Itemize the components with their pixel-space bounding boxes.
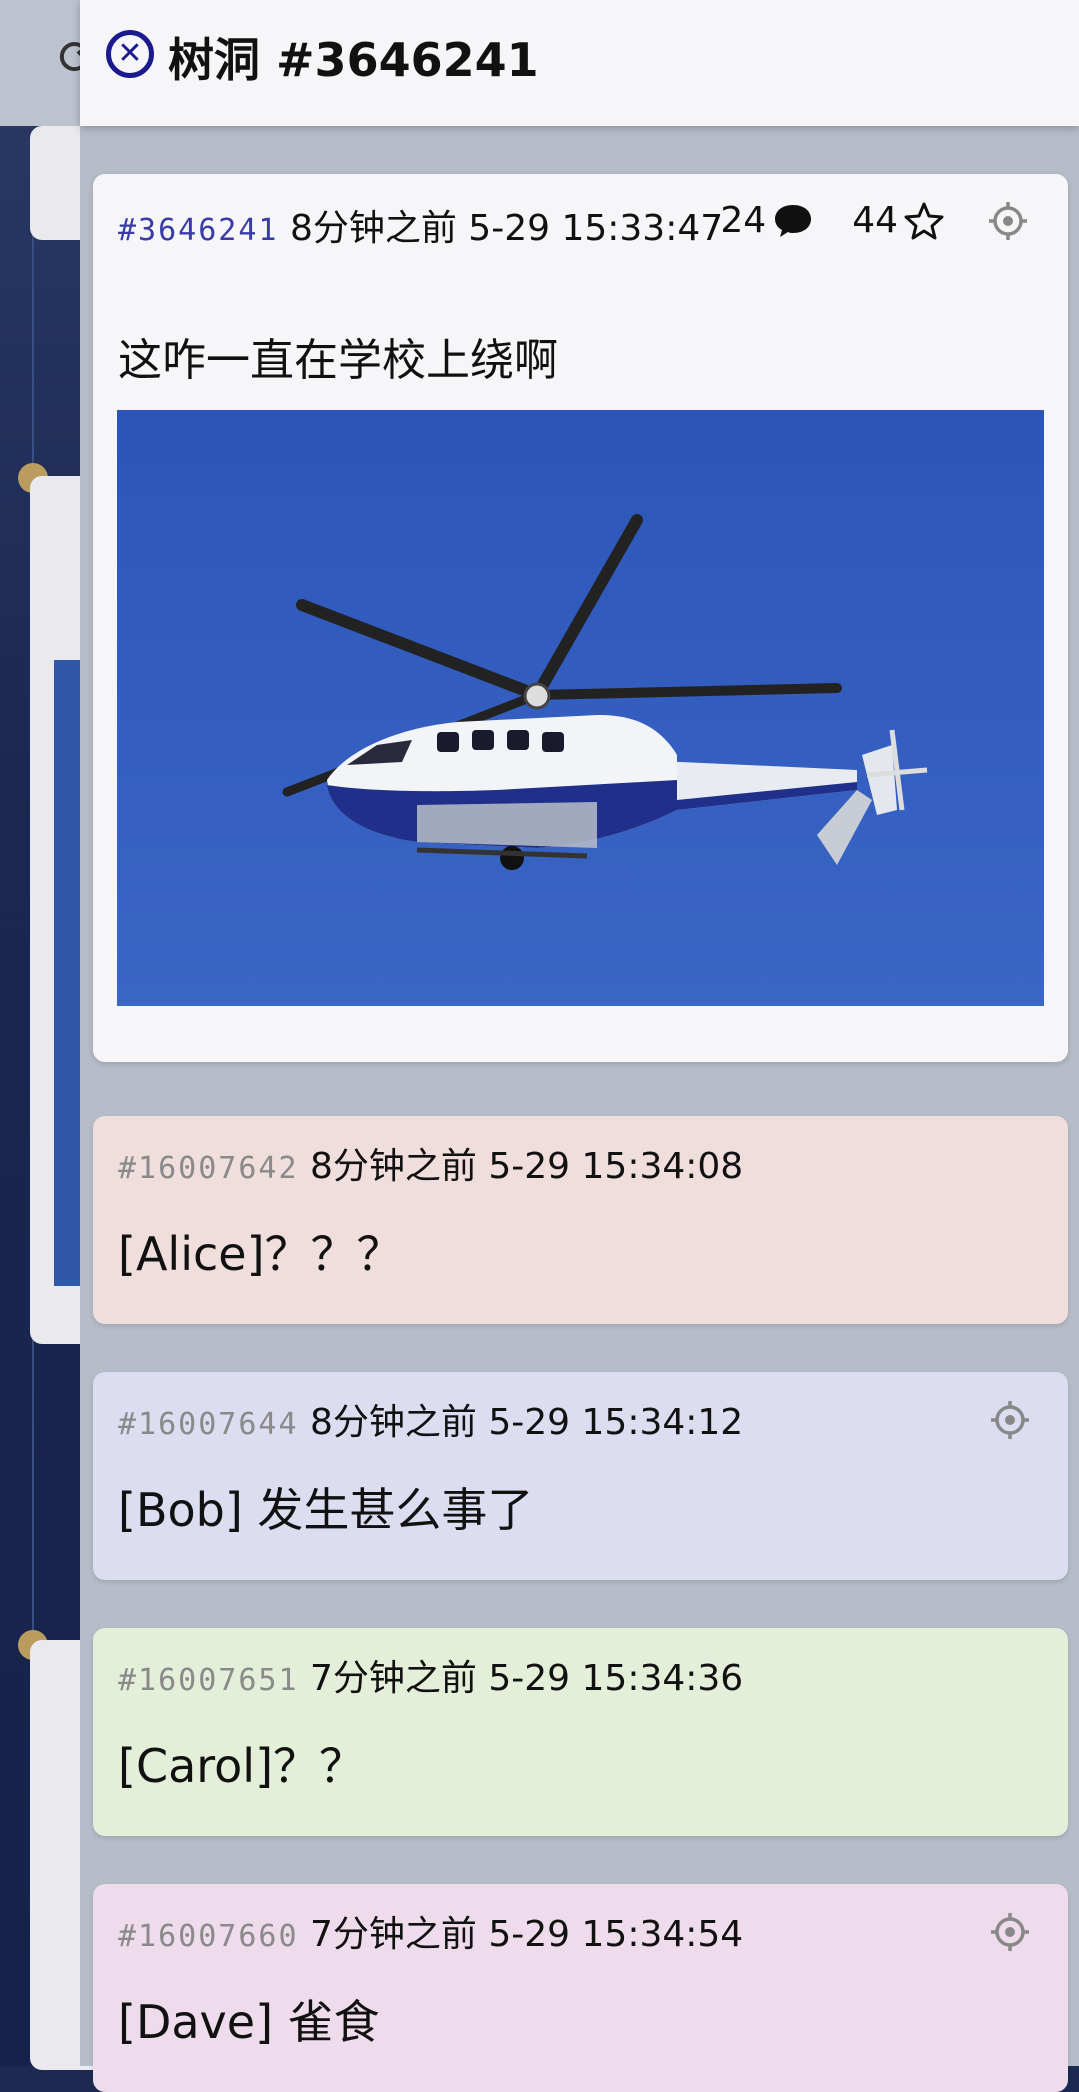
reply-meta: #16007651 7分钟之前 5-29 15:34:36 [118,1654,743,1706]
close-icon: ✕ [117,36,143,71]
main-post-card: #3646241 8分钟之前 5-29 15:33:47 24 44 这咋一直在… [93,174,1068,1062]
reply-id[interactable]: #16007644 [118,1407,299,1442]
locate-icon[interactable] [982,201,1028,241]
reply-text: [Dave] 雀食 [118,1995,380,2049]
star-icon [904,202,944,239]
post-image[interactable] [117,410,1044,1006]
reply-time: 8分钟之前 5-29 15:34:08 [310,1146,744,1187]
reply-meta: #16007644 8分钟之前 5-29 15:34:12 [118,1398,743,1450]
star-count[interactable]: 44 [852,200,944,241]
post-text: 这咋一直在学校上绕啊 [118,335,558,386]
reply-card: #16007642 8分钟之前 5-29 15:34:08 [Alice]？？？ [93,1116,1068,1324]
reply-time: 7分钟之前 5-29 15:34:36 [310,1658,744,1699]
sidebar-header: ✕ 树洞 #3646241 [80,0,1079,126]
post-id[interactable]: #3646241 [118,213,279,248]
reply-id[interactable]: #16007642 [118,1151,299,1186]
reply-id[interactable]: #16007651 [118,1663,299,1698]
post-time: 8分钟之前 5-29 15:33:47 [289,208,724,249]
sidebar-title: 树洞 #3646241 [168,33,539,87]
reply-time: 7分钟之前 5-29 15:34:54 [310,1914,744,1955]
close-button[interactable]: ✕ [106,30,154,78]
reply-card: #16007644 8分钟之前 5-29 15:34:12 [Bob] 发生甚么… [93,1372,1068,1580]
reply-text: [Alice]？？？ [118,1227,403,1281]
reply-meta: #16007642 8分钟之前 5-29 15:34:08 [118,1142,743,1194]
reply-id[interactable]: #16007660 [118,1919,299,1954]
comment-icon [775,204,812,237]
locate-icon[interactable] [990,1400,1030,1444]
reply-card: #16007660 7分钟之前 5-29 15:34:54 [Dave] 雀食 [93,1884,1068,2092]
post-sidebar: ✕ 树洞 #3646241 #3646241 8分钟之前 5-29 15:33:… [80,0,1079,2092]
post-stats: 24 44 [682,200,1028,241]
reply-card: #16007651 7分钟之前 5-29 15:34:36 [Carol]？？ [93,1628,1068,1836]
reply-text: [Bob] 发生甚么事了 [118,1483,534,1537]
reply-meta: #16007660 7分钟之前 5-29 15:34:54 [118,1910,743,1962]
reply-count: 24 [720,200,814,241]
reply-text: [Carol]？？ [118,1739,366,1793]
helicopter-photo [117,410,1044,1006]
sidebar-content[interactable]: #3646241 8分钟之前 5-29 15:33:47 24 44 这咋一直在… [80,126,1079,2092]
reply-time: 8分钟之前 5-29 15:34:12 [310,1402,744,1443]
locate-icon[interactable] [990,1912,1030,1956]
